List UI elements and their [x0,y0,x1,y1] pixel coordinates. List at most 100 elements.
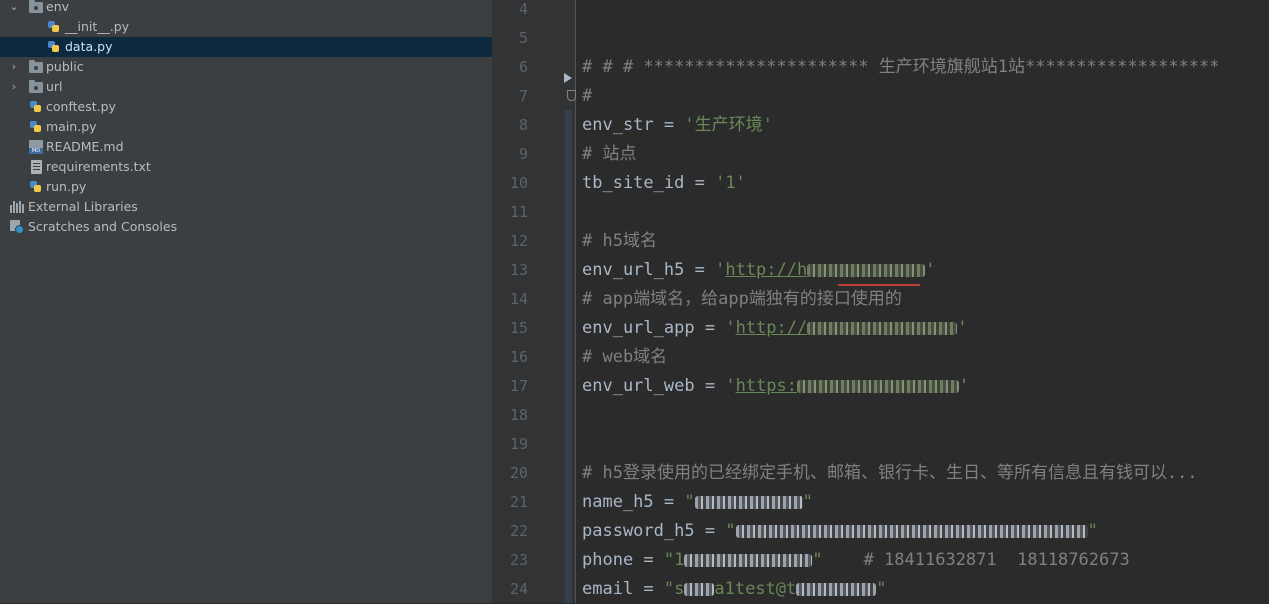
tree-item-public[interactable]: › public [0,57,492,77]
string-quote: ' [725,376,736,396]
operator: = [694,376,726,396]
tree-item-scratches[interactable]: Scratches and Consoles [0,217,492,237]
python-file-icon [47,20,61,34]
variable: env_str [582,115,654,135]
url-link[interactable]: http://h [725,260,807,280]
tree-item-data-py[interactable]: data.py [0,37,492,57]
line-number: 20 [509,464,528,482]
python-file-icon [29,180,43,194]
tree-item-env[interactable]: ⌄ env [0,0,492,17]
string-quote: " [725,521,736,541]
operator: = [653,492,685,512]
line-number: 13 [509,261,528,279]
code-line[interactable]: # 站点 [582,140,636,169]
string-quote: " [876,579,887,599]
redacted-text [684,582,715,596]
line-number: 4 [518,0,528,18]
variable: password_h5 [582,521,695,541]
python-file-icon [29,100,43,114]
string-quote: ' [925,260,936,280]
code-line[interactable]: env_url_h5 = 'http://h ' [582,256,935,285]
scope-indicator [565,110,572,603]
line-number: 21 [509,493,528,511]
tree-item-label: main.py [46,119,97,134]
string-quote: "1 [663,550,685,570]
url-link[interactable]: http:// [736,318,808,338]
chevron-down-icon[interactable]: ⌄ [8,0,20,17]
tree-item-label: __init__.py [65,19,130,34]
line-number: 23 [509,551,528,569]
operator: = [684,260,716,280]
variable: tb_site_id [582,173,685,193]
code-line[interactable]: env_url_app = 'http://' [582,314,967,343]
url-link[interactable]: https: [736,376,797,396]
line-number: 10 [509,174,528,192]
code-line[interactable]: name_h5 = " " [582,488,813,517]
line-number: 17 [509,377,528,395]
text-file-icon [31,160,45,174]
code-line[interactable]: # h5域名 [582,227,657,256]
string-quote: ' [957,318,968,338]
tree-item-external-libraries[interactable]: External Libraries [0,197,492,217]
folder-icon [29,80,43,94]
project-tree: ⌄ env __init__.py data.py › public › url… [0,0,492,603]
tree-item-label: requirements.txt [46,159,151,174]
redacted-text [694,495,803,509]
code-line[interactable]: tb_site_id = '1' [582,169,746,198]
scratches-icon [10,220,24,234]
fold-arrow-icon[interactable] [564,73,572,83]
tree-item-run-py[interactable]: run.py [0,177,492,197]
redacted-text [735,524,1088,538]
tree-item-readme-md[interactable]: MD README.md [0,137,492,157]
string-literal: '1' [715,173,746,193]
line-number: 15 [509,319,528,337]
operator: = [694,318,726,338]
variable: env_url_h5 [582,260,685,280]
markdown-file-icon: MD [29,140,43,154]
fold-marker-icon[interactable] [567,90,576,101]
variable: env_url_web [582,376,695,396]
string-literal: a1test@t [714,579,797,599]
tree-item-conftest-py[interactable]: conftest.py [0,97,492,117]
code-line[interactable]: # app端域名，给app端独有的接口使用的 [582,285,902,314]
line-number: 16 [509,348,528,366]
folder-icon [29,60,43,74]
string-quote: " [802,492,813,512]
tree-item-url[interactable]: › url [0,77,492,97]
code-line[interactable]: # # # ********************** 生产环境旗舰站1站**… [582,53,1220,82]
variable: env_url_app [582,318,695,338]
code-line[interactable]: # [582,82,592,111]
string-literal: '生产环境' [684,115,773,135]
code-line[interactable]: env_url_web = 'https: ' [582,372,969,401]
tree-item-init-py[interactable]: __init__.py [0,17,492,37]
line-number: 22 [509,522,528,540]
tree-item-label: env [46,0,70,14]
code-line[interactable]: email = "s a1test@t " [582,575,887,604]
line-number: 7 [518,87,528,105]
chevron-right-icon[interactable]: › [8,57,20,77]
tree-item-label: Scratches and Consoles [28,219,178,234]
tree-item-requirements-txt[interactable]: requirements.txt [0,157,492,177]
chevron-right-icon[interactable]: › [8,77,20,97]
operator: = [684,173,716,193]
tree-item-main-py[interactable]: main.py [0,117,492,137]
code-line[interactable]: phone = "1 " # 18411632871 18118762673 [582,546,1130,575]
line-number: 6 [518,58,528,76]
line-number: 11 [509,203,528,221]
folder-icon [29,0,43,14]
code-line[interactable]: # h5登录使用的已经绑定手机、邮箱、银行卡、生日、等所有信息且有钱可以... [582,459,1198,488]
redacted-text [684,553,813,567]
code-line[interactable]: env_str = '生产环境' [582,111,773,140]
operator: = [653,115,685,135]
line-number: 24 [509,580,528,598]
tree-item-label: External Libraries [28,199,138,214]
tree-item-label: data.py [65,39,113,54]
line-number: 5 [518,29,528,47]
line-number: 18 [509,406,528,424]
string-quote: " [812,550,823,570]
string-quote: ' [958,376,970,396]
redacted-text [807,263,926,277]
code-line[interactable]: password_h5 = " " [582,517,1098,546]
code-line[interactable]: # web域名 [582,343,667,372]
redacted-text [796,379,959,393]
